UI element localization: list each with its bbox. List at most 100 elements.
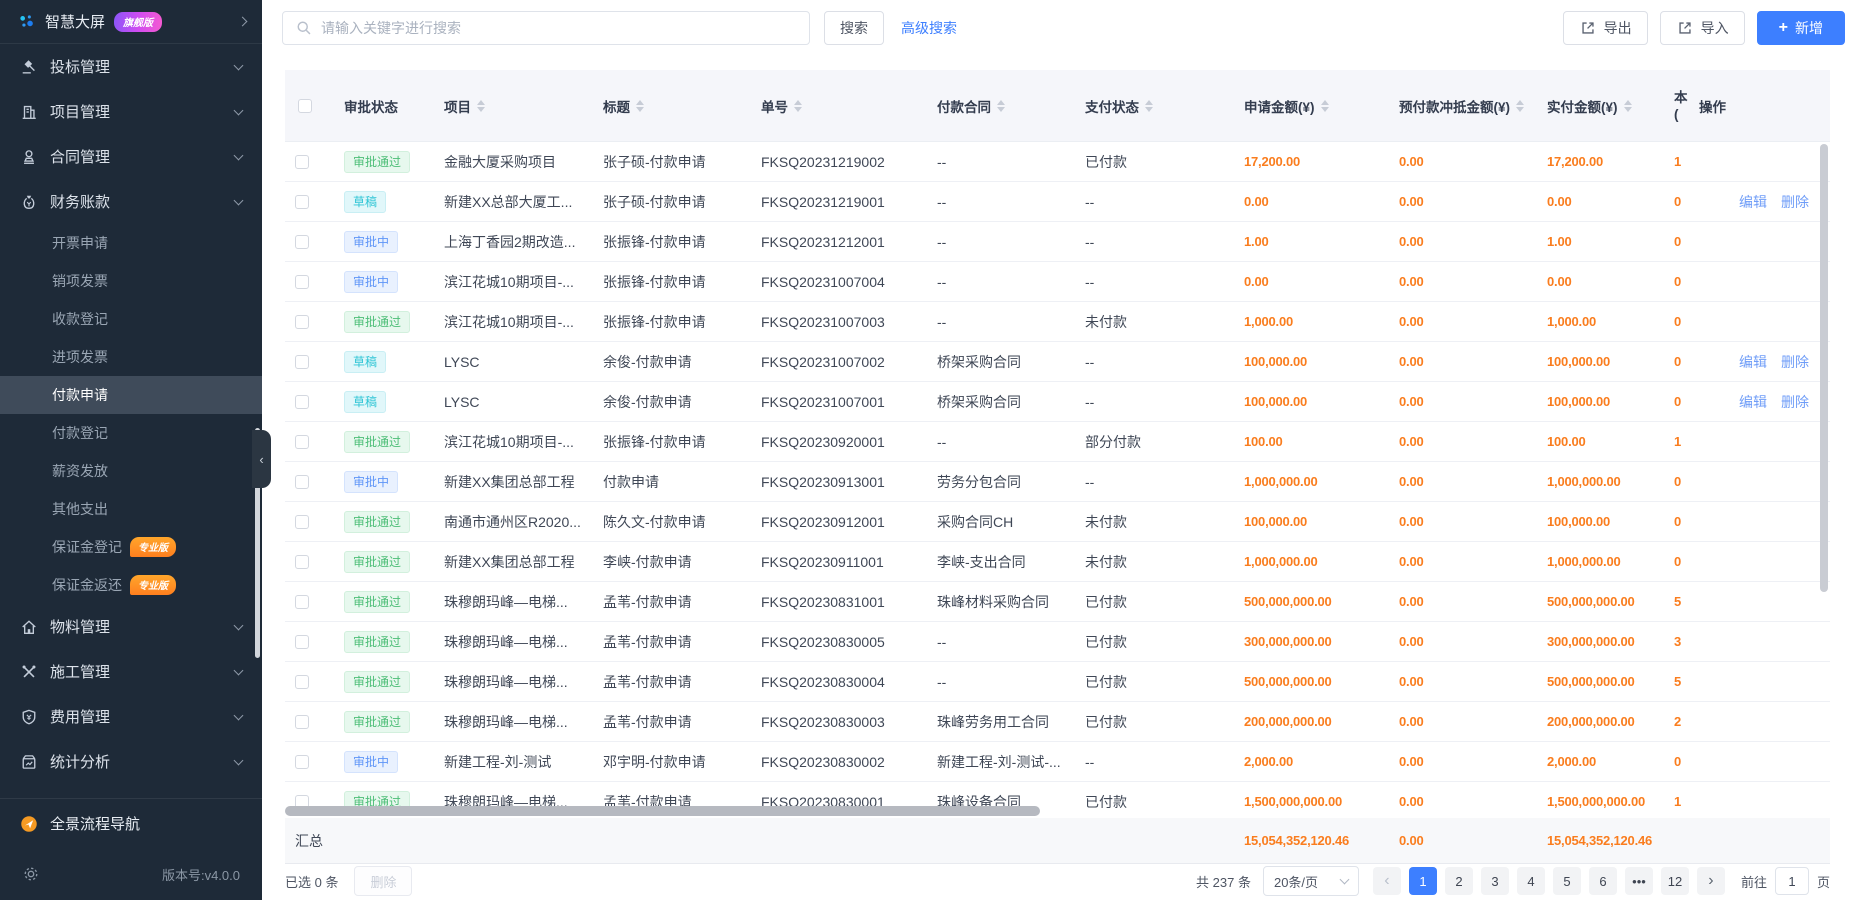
sort-icon[interactable] bbox=[1516, 100, 1524, 112]
page-ellipsis[interactable]: ••• bbox=[1625, 867, 1653, 895]
sidebar-subitem-9[interactable]: 保证金返还专业版 bbox=[0, 566, 262, 604]
page-button-6[interactable]: 6 bbox=[1589, 867, 1617, 895]
row-checkbox[interactable] bbox=[295, 755, 309, 769]
vertical-scrollbar[interactable] bbox=[1820, 144, 1828, 592]
sidebar-item-1[interactable]: 项目管理 bbox=[0, 89, 262, 134]
export-button[interactable]: 导出 bbox=[1563, 11, 1648, 45]
page-button-4[interactable]: 4 bbox=[1517, 867, 1545, 895]
sidebar-item-dashboard[interactable]: 智慧大屏 旗舰版 bbox=[0, 0, 262, 44]
add-button[interactable]: + 新增 bbox=[1757, 11, 1845, 45]
edit-link[interactable]: 编辑 bbox=[1739, 192, 1767, 212]
row-checkbox[interactable] bbox=[295, 595, 309, 609]
search-input[interactable] bbox=[321, 20, 797, 36]
sort-icon[interactable] bbox=[477, 100, 485, 112]
status-cell: 审批通过 bbox=[334, 671, 434, 693]
row-checkbox[interactable] bbox=[295, 195, 309, 209]
page-button-2[interactable]: 2 bbox=[1445, 867, 1473, 895]
sort-icon[interactable] bbox=[1321, 100, 1329, 112]
row-checkbox[interactable] bbox=[295, 635, 309, 649]
sidebar-item-0[interactable]: 投标管理 bbox=[0, 44, 262, 89]
offset-amount-cell: 0.00 bbox=[1389, 634, 1537, 649]
prev-page-button[interactable]: ‹ bbox=[1373, 867, 1401, 895]
row-checkbox[interactable] bbox=[295, 475, 309, 489]
sidebar-subitem-8[interactable]: 保证金登记专业版 bbox=[0, 528, 262, 566]
advanced-search-link[interactable]: 高级搜索 bbox=[901, 18, 957, 38]
sidebar-subitem-3[interactable]: 进项发票 bbox=[0, 338, 262, 376]
sort-icon[interactable] bbox=[794, 100, 802, 112]
import-button[interactable]: 导入 bbox=[1660, 11, 1745, 45]
row-checkbox[interactable] bbox=[295, 275, 309, 289]
project-cell: 珠穆朗玛峰—电梯... bbox=[434, 712, 593, 732]
edit-link[interactable]: 编辑 bbox=[1739, 392, 1767, 412]
sidebar-subitem-0[interactable]: 开票申请 bbox=[0, 224, 262, 262]
row-checkbox[interactable] bbox=[295, 555, 309, 569]
sidebar-subitem-4[interactable]: 付款申请 bbox=[0, 376, 262, 414]
table-row: 审批通过新建XX集团总部工程李峡-付款申请FKSQ20230911001李峡-支… bbox=[285, 542, 1830, 582]
delete-link[interactable]: 删除 bbox=[1781, 392, 1809, 412]
select-all-checkbox[interactable] bbox=[298, 99, 312, 113]
logo-icon bbox=[18, 13, 36, 31]
page-button-3[interactable]: 3 bbox=[1481, 867, 1509, 895]
apply-amount-cell: 500,000,000.00 bbox=[1234, 594, 1389, 609]
sidebar-subitem-label: 付款申请 bbox=[52, 385, 108, 405]
offset-amount-cell: 0.00 bbox=[1389, 274, 1537, 289]
sidebar-item-5[interactable]: 施工管理 bbox=[0, 649, 262, 694]
paid-amount-cell: 500,000,000.00 bbox=[1537, 674, 1672, 689]
horizontal-scrollbar[interactable] bbox=[285, 806, 1040, 816]
status-badge: 审批通过 bbox=[344, 511, 410, 533]
plus-icon: + bbox=[1779, 20, 1788, 36]
page-size-select[interactable]: 20条/页 bbox=[1263, 866, 1359, 896]
sidebar-item-4[interactable]: 物料管理 bbox=[0, 604, 262, 649]
status-badge: 审批通过 bbox=[344, 591, 410, 613]
row-checkbox[interactable] bbox=[295, 355, 309, 369]
app-title: 智慧大屏 bbox=[45, 11, 105, 32]
column-header-8: 实付金额(¥) bbox=[1537, 89, 1672, 123]
status-cell: 草稿 bbox=[334, 191, 434, 213]
sort-icon[interactable] bbox=[636, 100, 644, 112]
sidebar-subitem-5[interactable]: 付款登记 bbox=[0, 414, 262, 452]
row-checkbox[interactable] bbox=[295, 715, 309, 729]
gavel-icon bbox=[20, 58, 38, 76]
sidebar-item-2[interactable]: 合同管理 bbox=[0, 134, 262, 179]
batch-delete-button[interactable]: 删除 bbox=[354, 866, 412, 896]
sidebar-subitem-7[interactable]: 其他支出 bbox=[0, 490, 262, 528]
contract-cell: 桥架采购合同 bbox=[927, 352, 1075, 372]
gear-icon[interactable] bbox=[22, 865, 40, 883]
delete-link[interactable]: 删除 bbox=[1781, 192, 1809, 212]
row-checkbox[interactable] bbox=[295, 155, 309, 169]
page-button-12[interactable]: 12 bbox=[1661, 867, 1689, 895]
sort-icon[interactable] bbox=[1624, 100, 1632, 112]
pay-status-cell: 未付款 bbox=[1075, 312, 1234, 332]
edit-link[interactable]: 编辑 bbox=[1739, 352, 1767, 372]
search-button[interactable]: 搜索 bbox=[824, 11, 884, 45]
sidebar-item-3[interactable]: 财务账款 bbox=[0, 179, 262, 224]
chevron-down-icon bbox=[234, 150, 244, 160]
row-checkbox[interactable] bbox=[295, 235, 309, 249]
sidebar-item-6[interactable]: 费用管理 bbox=[0, 694, 262, 739]
sidebar-item-label: 财务账款 bbox=[50, 191, 110, 212]
delete-link[interactable]: 删除 bbox=[1781, 352, 1809, 372]
paid-amount-cell: 0.00 bbox=[1537, 274, 1672, 289]
goto-page-input[interactable] bbox=[1775, 867, 1809, 895]
sidebar-collapse-handle[interactable]: ‹ bbox=[252, 430, 271, 488]
sidebar-subitem-label: 进项发票 bbox=[52, 347, 108, 367]
apply-amount-cell: 0.00 bbox=[1234, 194, 1389, 209]
row-checkbox[interactable] bbox=[295, 675, 309, 689]
sidebar-item-7[interactable]: 统计分析 bbox=[0, 739, 262, 784]
row-checkbox[interactable] bbox=[295, 435, 309, 449]
next-page-button[interactable]: › bbox=[1697, 867, 1725, 895]
sidebar-item-panorama-nav[interactable]: 全景流程导航 bbox=[0, 798, 262, 848]
page-button-5[interactable]: 5 bbox=[1553, 867, 1581, 895]
row-checkbox[interactable] bbox=[295, 515, 309, 529]
sidebar-subitem-6[interactable]: 薪资发放 bbox=[0, 452, 262, 490]
sort-icon[interactable] bbox=[1145, 100, 1153, 112]
column-header-label: 审批状态 bbox=[344, 96, 398, 116]
page-button-1[interactable]: 1 bbox=[1409, 867, 1437, 895]
row-checkbox[interactable] bbox=[295, 395, 309, 409]
sort-icon[interactable] bbox=[997, 100, 1005, 112]
row-checkbox[interactable] bbox=[295, 315, 309, 329]
sidebar-subitem-1[interactable]: 销项发票 bbox=[0, 262, 262, 300]
project-cell: 珠穆朗玛峰—电梯... bbox=[434, 632, 593, 652]
sidebar-subitem-2[interactable]: 收款登记 bbox=[0, 300, 262, 338]
offset-amount-cell: 0.00 bbox=[1389, 754, 1537, 769]
